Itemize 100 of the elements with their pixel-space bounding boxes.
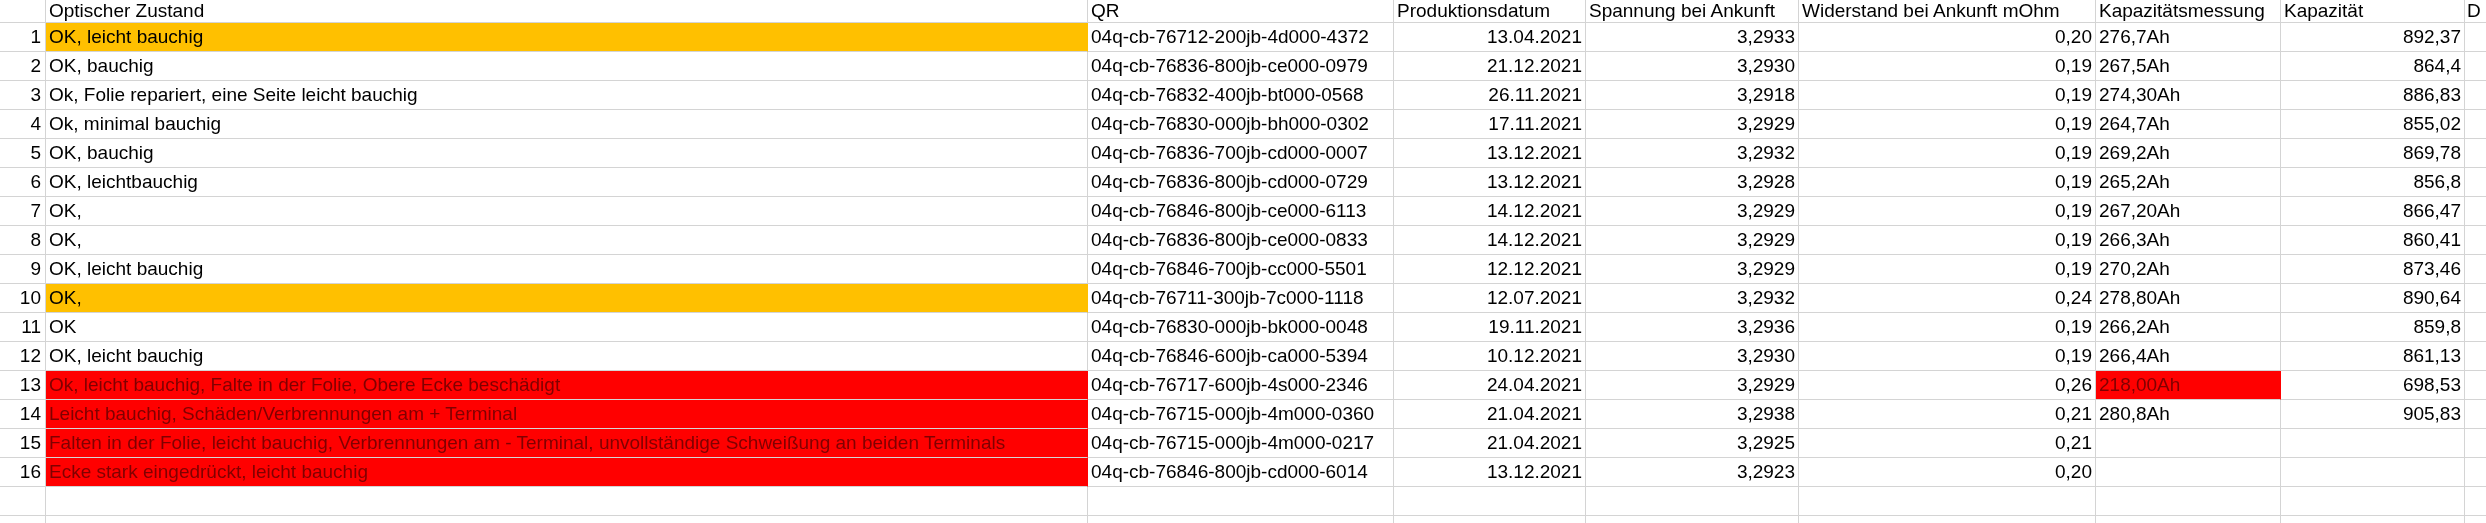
table-cell: 267,20Ah: [2096, 197, 2281, 226]
table-cell: 0,19: [1799, 197, 2096, 226]
table-cell: 0,24: [1799, 284, 2096, 313]
table-cell: 0,19: [1799, 110, 2096, 139]
table-cell: 0,19: [1799, 81, 2096, 110]
table-cell: 3,2930: [1586, 52, 1799, 81]
table-cell: 14.12.2021: [1394, 197, 1586, 226]
table-cell: 04q-cb-76830-000jb-bh000-0302: [1088, 110, 1394, 139]
table-cell: 0,19: [1799, 52, 2096, 81]
table-cell: 266,2Ah: [2096, 313, 2281, 342]
table-cell: 04q-cb-76832-400jb-bt000-0568: [1088, 81, 1394, 110]
table-cell: 3,2918: [1586, 81, 1799, 110]
table-cell: 270,2Ah: [2096, 255, 2281, 284]
table-cell: 3,2932: [1586, 139, 1799, 168]
table-cell: 04q-cb-76836-800jb-cd000-0729: [1088, 168, 1394, 197]
table-cell: 3,2925: [1586, 429, 1799, 458]
table-cell: OK, bauchig: [46, 139, 1088, 168]
table-cell: OK,: [46, 284, 1088, 313]
table-cell: 698,53: [2281, 371, 2465, 400]
table-cell: 3,2936: [1586, 313, 1799, 342]
table-cell: 04q-cb-76836-800jb-ce000-0979: [1088, 52, 1394, 81]
table-cell: 0,21: [1799, 429, 2096, 458]
table-cell: 0,19: [1799, 226, 2096, 255]
table-cell: 0,20: [1799, 458, 2096, 487]
table-cell: 3,2929: [1586, 226, 1799, 255]
table-cell: 905,83: [2281, 400, 2465, 429]
table-cell: 14.12.2021: [1394, 226, 1586, 255]
table-cell: 04q-cb-76715-000jb-4m000-0360: [1088, 400, 1394, 429]
table-cell: 0,19: [1799, 255, 2096, 284]
row-number[interactable]: 12: [0, 342, 46, 371]
table-cell: 3,2930: [1586, 342, 1799, 371]
table-cell: Leicht bauchig, Schäden/Verbrennungen am + Terminal: [46, 400, 1088, 429]
table-cell: 890,64: [2281, 284, 2465, 313]
row-number[interactable]: 11: [0, 313, 46, 342]
table-cell: 17.11.2021: [1394, 110, 1586, 139]
table-cell: 04q-cb-76830-000jb-bk000-0048: [1088, 313, 1394, 342]
table-cell: 04q-cb-76711-300jb-7c000-1118: [1088, 284, 1394, 313]
row-number[interactable]: 9: [0, 255, 46, 284]
table-cell: 21.04.2021: [1394, 429, 1586, 458]
table-cell: Ok, Folie repariert, eine Seite leicht bauchig: [46, 81, 1088, 110]
table-cell: 04q-cb-76846-800jb-cd000-6014: [1088, 458, 1394, 487]
table-cell: 3,2933: [1586, 23, 1799, 52]
table-cell: 21.04.2021: [1394, 400, 1586, 429]
table-cell: 856,8: [2281, 168, 2465, 197]
table-cell: 04q-cb-76836-800jb-ce000-0833: [1088, 226, 1394, 255]
table-cell: OK, bauchig: [46, 52, 1088, 81]
table-cell: 12.07.2021: [1394, 284, 1586, 313]
table-cell: 12.12.2021: [1394, 255, 1586, 284]
table-cell: 274,30Ah: [2096, 81, 2281, 110]
column-header: D: [2465, 0, 2486, 23]
table-cell: OK,: [46, 226, 1088, 255]
table-cell: 04q-cb-76836-700jb-cd000-0007: [1088, 139, 1394, 168]
table-cell: 280,8Ah: [2096, 400, 2281, 429]
table-cell: 860,41: [2281, 226, 2465, 255]
table-cell: Falten in der Folie, leicht bauchig, Verbrennungen am - Terminal, unvollständige Schweißung an beiden Terminals: [46, 429, 1088, 458]
table-cell: 264,7Ah: [2096, 110, 2281, 139]
table-cell: 26.11.2021: [1394, 81, 1586, 110]
row-number[interactable]: 2: [0, 52, 46, 81]
column-header: QR: [1088, 0, 1394, 23]
table-cell: 04q-cb-76715-000jb-4m000-0217: [1088, 429, 1394, 458]
table-cell: 3,2938: [1586, 400, 1799, 429]
table-cell: 218,00Ah: [2096, 371, 2281, 400]
row-number[interactable]: 5: [0, 139, 46, 168]
table-cell: 864,4: [2281, 52, 2465, 81]
table-cell: 276,7Ah: [2096, 23, 2281, 52]
table-cell: 265,2Ah: [2096, 168, 2281, 197]
table-cell: 21.12.2021: [1394, 52, 1586, 81]
table-cell: 0,19: [1799, 313, 2096, 342]
table-cell: OK: [46, 313, 1088, 342]
row-number[interactable]: 4: [0, 110, 46, 139]
table-cell: Ecke stark eingedrückt, leicht bauchig: [46, 458, 1088, 487]
table-cell: 04q-cb-76846-600jb-ca000-5394: [1088, 342, 1394, 371]
row-number[interactable]: 8: [0, 226, 46, 255]
table-cell: 0,21: [1799, 400, 2096, 429]
table-cell: 10.12.2021: [1394, 342, 1586, 371]
table-cell: 278,80Ah: [2096, 284, 2281, 313]
column-header: Widerstand bei Ankunft mOhm: [1799, 0, 2096, 23]
table-cell: 859,8: [2281, 313, 2465, 342]
table-cell: 3,2929: [1586, 197, 1799, 226]
table-cell: 873,46: [2281, 255, 2465, 284]
table-cell: 855,02: [2281, 110, 2465, 139]
table-cell: 3,2928: [1586, 168, 1799, 197]
row-number[interactable]: 3: [0, 81, 46, 110]
table-cell: 3,2929: [1586, 371, 1799, 400]
table-cell: 267,5Ah: [2096, 52, 2281, 81]
table-cell: 13.04.2021: [1394, 23, 1586, 52]
table-cell: 3,2923: [1586, 458, 1799, 487]
row-number[interactable]: 6: [0, 168, 46, 197]
table-cell: 0,20: [1799, 23, 2096, 52]
column-header: Spannung bei Ankunft: [1586, 0, 1799, 23]
row-number[interactable]: 7: [0, 197, 46, 226]
table-cell: 0,19: [1799, 168, 2096, 197]
table-cell: 04q-cb-76846-800jb-ce000-6113: [1088, 197, 1394, 226]
table-cell: 892,37: [2281, 23, 2465, 52]
table-cell: Ok, minimal bauchig: [46, 110, 1088, 139]
table-cell: 13.12.2021: [1394, 168, 1586, 197]
table-cell: 0,19: [1799, 139, 2096, 168]
table-cell: 0,19: [1799, 342, 2096, 371]
table-cell: 3,2929: [1586, 110, 1799, 139]
table-cell: 24.04.2021: [1394, 371, 1586, 400]
